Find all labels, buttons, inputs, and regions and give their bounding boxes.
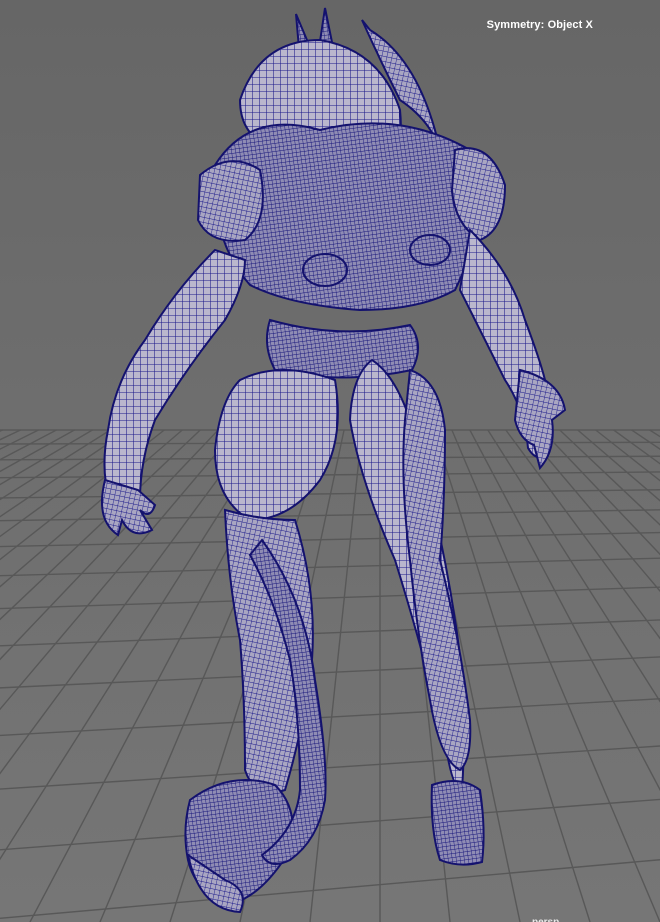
right-hand-claws xyxy=(513,368,567,471)
right-foot xyxy=(430,780,485,866)
right-chest-vent xyxy=(409,234,451,266)
3d-viewport[interactable]: Symmetry: Object X persp xyxy=(0,0,660,922)
waist-belt xyxy=(265,318,419,379)
creature-model-wireframe[interactable] xyxy=(0,0,660,922)
right-leg xyxy=(402,368,472,772)
camera-name-label: persp xyxy=(532,917,559,922)
left-shoulder-pad xyxy=(196,160,264,242)
left-thigh xyxy=(213,369,339,522)
left-chest-vent xyxy=(302,253,348,287)
symmetry-status: Symmetry: Object X xyxy=(486,19,593,31)
left-hand-claws xyxy=(101,478,157,537)
